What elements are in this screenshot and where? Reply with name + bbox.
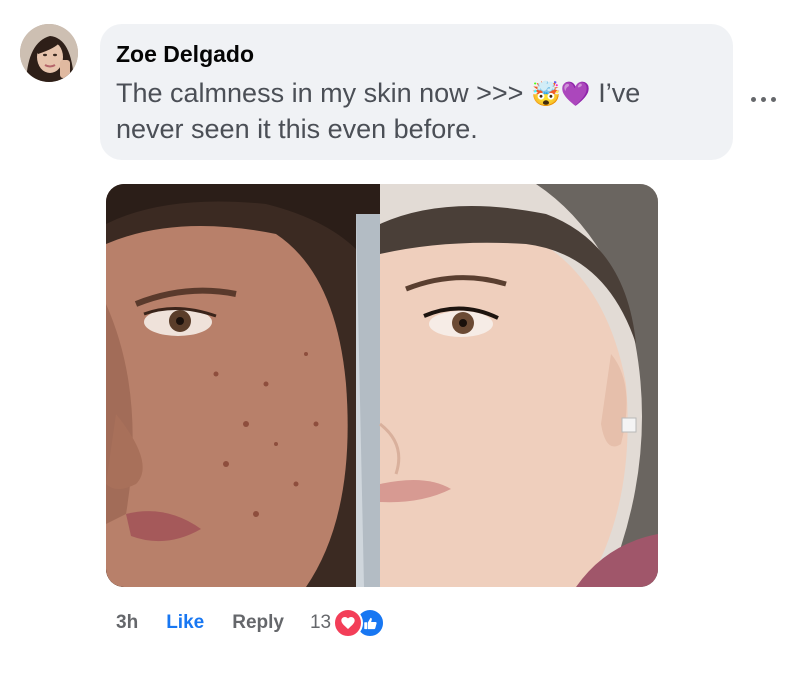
reactions-summary[interactable]	[333, 608, 391, 638]
reply-button[interactable]: Reply	[232, 612, 284, 634]
before-after-image	[106, 184, 658, 587]
comment-text-line2: never seen it this even before.	[116, 114, 478, 144]
before-photo	[106, 184, 380, 587]
avatar-photo	[20, 24, 78, 82]
comment-photo[interactable]	[106, 184, 658, 587]
reaction-count[interactable]: 13	[310, 612, 331, 634]
comment-text-after-emoji: I’ve	[590, 78, 641, 108]
comment-text: The calmness in my skin now >>> 🤯💜 I’ve …	[116, 76, 716, 147]
comment-bubble: Zoe Delgado The calmness in my skin now …	[100, 24, 733, 160]
more-options-icon[interactable]	[751, 96, 777, 104]
comment-text-line1: The calmness in my skin now >>>	[116, 78, 531, 108]
comment-author[interactable]: Zoe Delgado	[116, 40, 717, 68]
comment-timestamp[interactable]: 3h	[116, 612, 138, 634]
heart-icon	[333, 608, 364, 638]
like-button[interactable]: Like	[166, 612, 204, 634]
after-photo	[379, 184, 658, 587]
comment-actions: 3h Like Reply 13	[116, 608, 391, 638]
exploding-head-emoji: 🤯	[530, 80, 561, 108]
purple-heart-emoji: 💜	[560, 80, 591, 108]
avatar[interactable]	[20, 24, 78, 82]
